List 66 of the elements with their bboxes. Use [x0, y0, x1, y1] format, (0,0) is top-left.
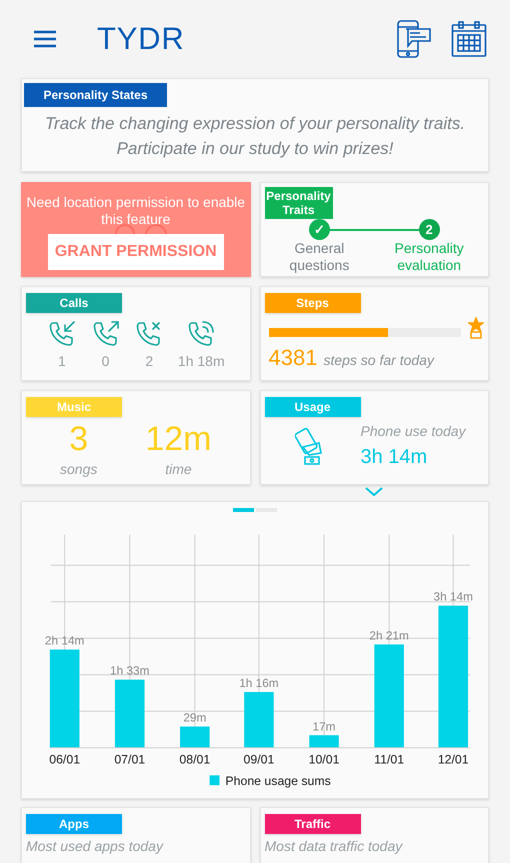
phone-icon: [90, 319, 121, 349]
card-tag: Personality States: [24, 83, 167, 107]
usage-card[interactable]: Usage Phone use today 3h 14m: [260, 390, 489, 485]
steps-card[interactable]: Steps 4381 steps so far today: [260, 286, 489, 381]
card-tag: Usage: [264, 397, 360, 417]
music-label: songs: [60, 460, 98, 479]
chart-bar: [309, 735, 339, 748]
steps-caption: steps so far today: [323, 351, 434, 370]
chart-bar: [114, 680, 145, 748]
card-tag: Steps: [264, 293, 360, 313]
card-tag: Calls: [26, 293, 122, 313]
music-value: 12m: [145, 419, 212, 459]
card-tag: Personality Traits: [264, 187, 332, 219]
x-axis-label: 09/01: [244, 752, 274, 766]
bar-value-label: 2h 21m: [369, 628, 409, 643]
x-axis-label: 08/01: [179, 752, 210, 766]
bar-value-label: 2h 14m: [44, 634, 84, 648]
x-axis-label: 06/01: [49, 752, 80, 766]
step-label: Personality evaluation: [393, 240, 465, 274]
phone-icon: [46, 319, 77, 349]
personality-traits-card[interactable]: Personality Traits ✓ General questions 2 Personality evaluation: [260, 182, 489, 277]
hand-holding-phone-icon: [294, 426, 324, 466]
x-axis-label: 12/01: [438, 752, 469, 766]
phone-icon: [186, 319, 216, 349]
personality-states-card[interactable]: Personality States Track the changing expression of your personality traits. Participate in our study to win prizes!: [21, 78, 489, 172]
traffic-caption: Most data traffic today: [264, 838, 404, 854]
apps-caption: Most used apps today: [26, 838, 164, 854]
x-axis-label: 10/01: [308, 752, 340, 766]
usage-value: 3h 14m: [360, 445, 428, 470]
bar-value-label: 29m: [183, 710, 206, 725]
card-tag: Apps: [26, 814, 122, 834]
apps-card[interactable]: Apps Most used apps today: [21, 807, 250, 863]
traffic-card[interactable]: Traffic Most data traffic today: [260, 807, 489, 863]
calls-card[interactable]: Calls 1 0 2 1h 18m: [21, 286, 250, 381]
usage-caption: Phone use today: [360, 422, 466, 441]
card-tag: Music: [26, 397, 122, 417]
app-title: TYDR: [97, 20, 184, 58]
chart-bar: [244, 692, 274, 748]
card-tag: Traffic: [264, 814, 360, 834]
bar-value-label: 3h 14m: [434, 590, 473, 604]
calendar-icon[interactable]: [451, 20, 487, 58]
phone-message-icon[interactable]: [396, 19, 432, 59]
music-label: time: [165, 460, 192, 479]
bar-value-label: 17m: [312, 719, 336, 734]
bar-value-label: 1h 33m: [110, 664, 150, 678]
x-axis-label: 11/01: [374, 752, 404, 766]
music-card[interactable]: Music 3 songs 12m time: [21, 390, 250, 485]
music-value: 3: [69, 419, 88, 459]
call-count: 2: [145, 352, 154, 371]
x-axis-label: 07/01: [114, 752, 146, 766]
call-count: 0: [102, 352, 110, 371]
chart-bar: [180, 726, 210, 748]
step-number: 2: [418, 219, 440, 240]
step-check-icon: ✓: [308, 219, 330, 240]
grant-permission-button[interactable]: GRANT PERMISSION: [48, 234, 224, 270]
call-count: 1h 18m: [178, 352, 225, 371]
legend-label: Phone usage sums: [225, 774, 331, 788]
menu-icon[interactable]: [33, 30, 57, 48]
bar-value-label: 1h 16m: [239, 676, 279, 690]
intro-text: Track the changing expression of your personality traits. Participate in our study to win prizes!: [44, 113, 466, 160]
permission-message: Need location permission to enable this feature: [25, 194, 246, 228]
steps-count: 4381: [268, 344, 318, 372]
legend-swatch: [210, 775, 220, 786]
trophy-star-icon: [468, 317, 484, 339]
call-count: 1: [58, 352, 66, 371]
step-label: General questions: [288, 240, 350, 274]
